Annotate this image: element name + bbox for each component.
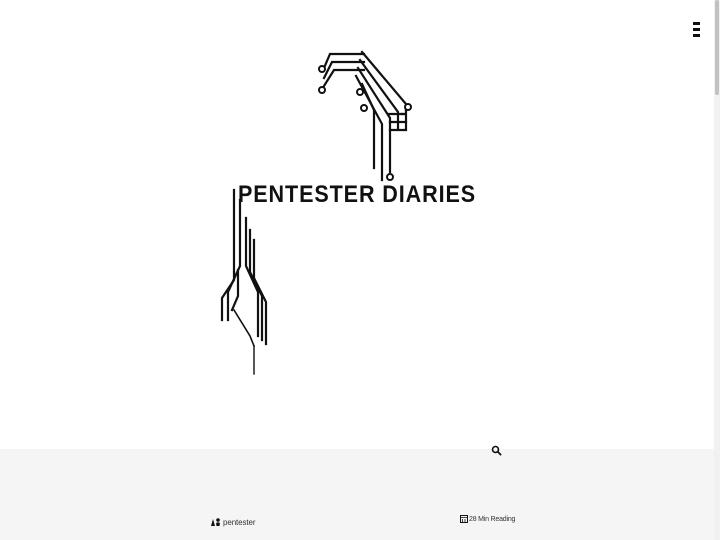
reading-time-label: 28 Min Reading: [469, 515, 516, 523]
circuit-node: [386, 173, 394, 181]
menu-bar: [693, 28, 700, 31]
reading-time: 28 Min Reading: [460, 515, 515, 523]
circuit-node: [404, 103, 412, 111]
logo-text: PENTESTER DIARIES: [238, 181, 476, 208]
page: PENTESTER DIARIES pentester 28 Min Readi…: [0, 0, 720, 540]
author-name: pentester: [223, 517, 256, 527]
post-meta-section: [0, 449, 714, 540]
post-author[interactable]: pentester: [209, 517, 256, 527]
menu-bar: [693, 34, 700, 37]
scrollbar[interactable]: [714, 0, 720, 540]
circuit-node: [318, 65, 326, 73]
circuit-node: [360, 104, 368, 112]
menu-bar: [693, 22, 700, 25]
scrollbar-thumb[interactable]: [715, 0, 719, 95]
circuit-node: [318, 86, 326, 94]
circuit-node: [356, 88, 364, 96]
calendar-icon: [460, 515, 468, 523]
menu-button[interactable]: [690, 20, 702, 38]
search-icon[interactable]: [490, 444, 504, 458]
site-logo[interactable]: PENTESTER DIARIES: [210, 40, 500, 380]
user-icon: [209, 517, 221, 527]
